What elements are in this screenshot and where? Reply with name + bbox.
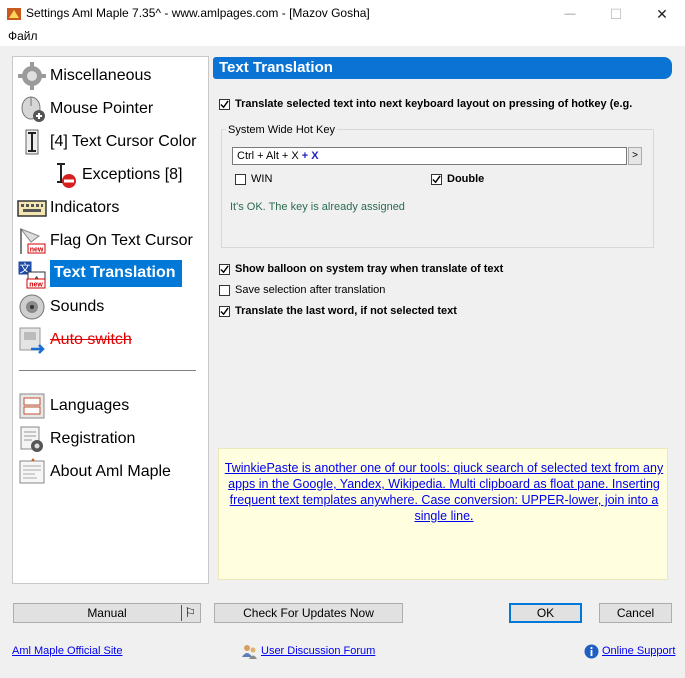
maximize-button[interactable]: ☐ — [593, 0, 639, 28]
window-title: Settings Aml Maple 7.35^ - www.amlpages.… — [26, 6, 370, 20]
translate-last-word-checkbox[interactable] — [219, 306, 230, 317]
cancel-button[interactable]: Cancel — [599, 603, 672, 623]
sidebar-item-languages[interactable]: Languages — [17, 390, 129, 421]
official-site-link[interactable]: Aml Maple Official Site — [12, 645, 122, 657]
show-balloon-label[interactable]: Show balloon on system tray when transla… — [235, 263, 503, 275]
sidebar-item-about[interactable]: About Aml Maple — [17, 456, 171, 487]
maximize-icon: ☐ — [609, 5, 623, 22]
sidebar-item-label: Languages — [50, 396, 130, 414]
manual-flag-icon: ⚐ — [181, 605, 196, 621]
sidebar-item-text-cursor-color[interactable]: [4] Text Cursor Color — [17, 126, 196, 157]
sidebar-item-indicators[interactable]: Indicators — [17, 192, 119, 223]
translate-selected-label[interactable]: Translate selected text into next keyboa… — [235, 98, 632, 110]
sidebar-item-label: Exceptions [8] — [82, 165, 183, 183]
sidebar-item-label: [4] Text Cursor Color — [50, 132, 197, 150]
languages-icon — [19, 393, 45, 418]
info-icon — [584, 644, 599, 659]
ok-button[interactable]: OK — [509, 603, 582, 623]
hotkey-group-title: System Wide Hot Key — [226, 124, 337, 136]
sidebar-item-flag-on-text-cursor[interactable]: new Flag On Text Cursor — [17, 225, 193, 256]
manual-button[interactable]: Manual ⚐ — [13, 603, 201, 623]
new-badge: new — [30, 246, 44, 253]
auto-switch-icon — [19, 327, 45, 354]
sidebar-item-mouse-pointer[interactable]: Mouse Pointer — [17, 93, 153, 124]
sidebar-item-exceptions[interactable]: Exceptions [8] — [49, 159, 183, 190]
mouse-icon — [21, 96, 45, 122]
cursor-exception-icon — [57, 162, 76, 188]
sidebar-item-text-translation[interactable]: 文 A new Text Translation — [17, 258, 182, 289]
sidebar-item-label: Mouse Pointer — [50, 99, 154, 117]
hotkey-more-button[interactable]: > — [628, 147, 642, 165]
close-button[interactable]: ✕ — [639, 0, 685, 28]
speaker-icon — [19, 294, 45, 319]
menu-bar — [0, 28, 685, 46]
save-selection-label[interactable]: Save selection after translation — [235, 284, 385, 296]
sidebar-item-registration[interactable]: Registration — [17, 423, 135, 454]
text-cursor-icon — [25, 129, 39, 154]
sidebar-item-label: About Aml Maple — [50, 462, 171, 480]
sidebar-item-label: Miscellaneous — [50, 66, 152, 84]
forum-link[interactable]: User Discussion Forum — [261, 645, 375, 657]
sidebar-item-auto-switch[interactable]: Auto switch — [17, 324, 132, 355]
translate-last-word-label[interactable]: Translate the last word, if not selected… — [235, 305, 457, 317]
hotkey-input[interactable]: Ctrl + Alt + X + X — [232, 147, 627, 165]
sidebar-item-label: Indicators — [50, 198, 120, 216]
sidebar-item-label: Sounds — [50, 297, 105, 315]
double-label[interactable]: Double — [447, 173, 484, 185]
sidebar-item-label: Registration — [50, 429, 136, 447]
registration-icon — [20, 426, 43, 452]
online-support-link[interactable]: Online Support — [602, 645, 675, 657]
sidebar-divider — [19, 370, 196, 371]
gear-icon — [18, 61, 46, 90]
show-balloon-checkbox[interactable] — [219, 264, 230, 275]
sidebar: Miscellaneous Mouse Pointer [4] Text Cur… — [12, 56, 209, 584]
app-icon — [7, 8, 21, 20]
win-label[interactable]: WIN — [251, 173, 272, 185]
check-updates-button[interactable]: Check For Updates Now — [214, 603, 403, 623]
about-icon — [19, 457, 45, 483]
new-badge: new — [29, 281, 43, 288]
keyboard-icon — [17, 199, 47, 217]
checkmark-icon — [220, 265, 229, 274]
manual-label: Manual — [87, 606, 127, 620]
sidebar-item-label: Flag On Text Cursor — [50, 231, 193, 249]
double-checkbox[interactable] — [431, 174, 442, 185]
translate-selected-checkbox[interactable] — [219, 99, 230, 110]
checkmark-icon — [220, 100, 229, 109]
sidebar-item-label: Auto switch — [50, 330, 132, 348]
sidebar-item-sounds[interactable]: Sounds — [17, 291, 104, 322]
checkmark-icon — [220, 307, 229, 316]
flag-icon: new — [19, 227, 46, 254]
hotkey-status: It's OK. The key is already assigned — [230, 201, 405, 213]
close-icon: ✕ — [656, 5, 668, 22]
minimize-icon: — — [564, 8, 576, 20]
translate-icon: 文 A new — [17, 260, 46, 288]
promo-link[interactable]: TwinkiePaste is another one of our tools… — [222, 460, 666, 524]
minimize-button[interactable]: — — [547, 0, 593, 28]
sidebar-item-miscellaneous[interactable]: Miscellaneous — [17, 60, 151, 91]
win-checkbox[interactable] — [235, 174, 246, 185]
users-icon — [242, 645, 257, 659]
checkmark-icon — [432, 175, 441, 184]
sidebar-item-label: Text Translation — [50, 260, 182, 287]
menu-file[interactable]: Файл — [8, 29, 38, 43]
save-selection-checkbox[interactable] — [219, 285, 230, 296]
hotkey-repeat-key: + X — [298, 150, 319, 162]
section-title: Text Translation — [213, 57, 672, 79]
hotkey-value: Ctrl + Alt + X — [237, 150, 299, 162]
